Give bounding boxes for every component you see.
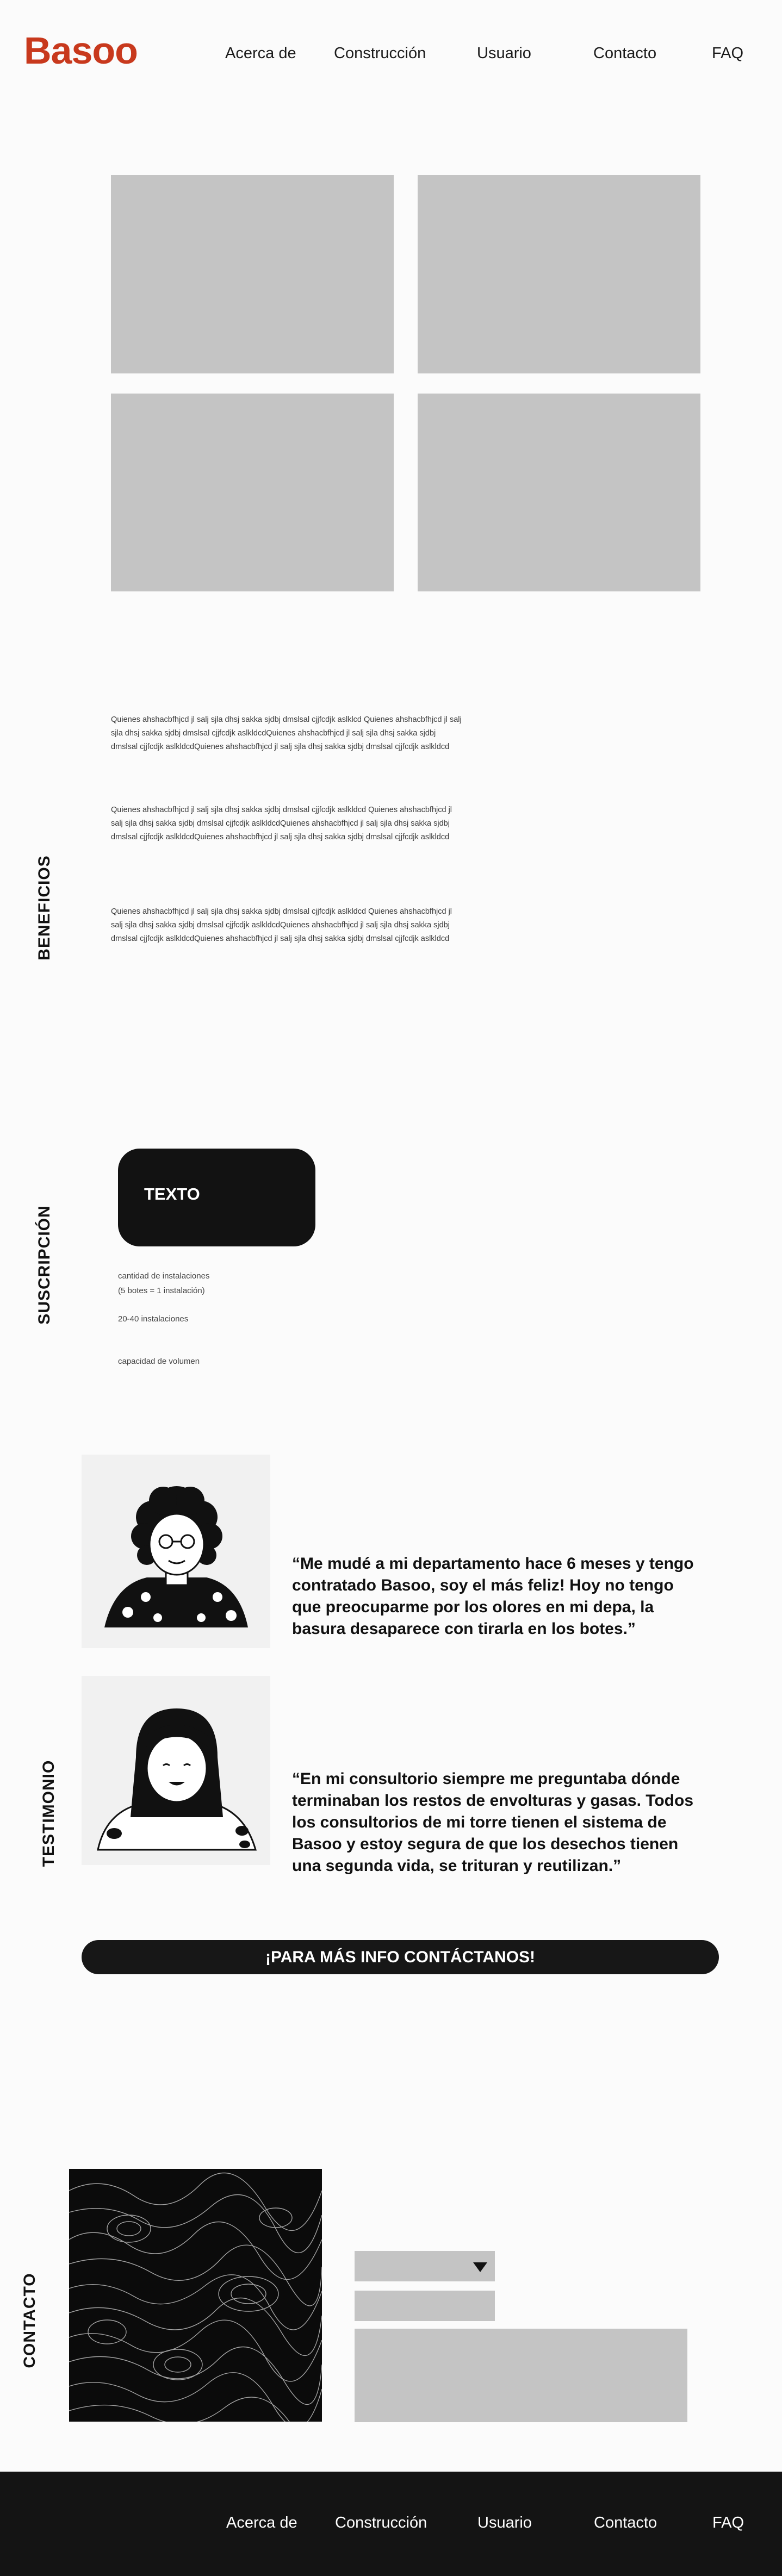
install-range: 20-40 instalaciones	[118, 1314, 189, 1324]
section-title-testimonio: TESTIMONIO	[40, 1760, 58, 1867]
benefit-paragraph: Quienes ahshacbfhjcd jl salj sjla dhsj s…	[111, 715, 462, 751]
nav-faq[interactable]: FAQ	[712, 46, 743, 61]
contact-select[interactable]	[355, 2251, 495, 2281]
caret-down-icon	[473, 2262, 487, 2272]
capacity-label: capacidad de volumen	[118, 1357, 200, 1366]
nav-usuario[interactable]: Usuario	[477, 46, 531, 61]
contact-cta-button[interactable]: ¡PARA MÁS INFO CONTÁCTANOS!	[82, 1940, 719, 1974]
section-title-suscripcion: SUSCRIPCIÓN	[35, 1205, 53, 1325]
testimonial-quote: “Me mudé a mi departamento hace 6 meses …	[292, 1555, 694, 1638]
testimonial-avatar-2	[82, 1676, 270, 1865]
logo[interactable]: Basoo	[24, 32, 138, 70]
section-title-beneficios: BENEFICIOS	[35, 855, 53, 960]
gallery-image-4	[418, 394, 700, 591]
install-count-label: cantidad de instalaciones	[118, 1271, 210, 1281]
footer-nav-acerca-de[interactable]: Acerca de	[226, 2515, 297, 2531]
contact-message-textarea[interactable]	[355, 2329, 687, 2422]
benefit-paragraph: Quienes ahshacbfhjcd jl salj sjla dhsj s…	[111, 806, 452, 841]
texto-button[interactable]: TEXTO	[118, 1149, 315, 1246]
benefit-paragraph: Quienes ahshacbfhjcd jl salj sjla dhsj s…	[111, 907, 452, 943]
footer-nav-construccion[interactable]: Construcción	[335, 2515, 427, 2531]
curly-hair-woman-icon	[104, 1486, 248, 1627]
footer-nav-contacto[interactable]: Contacto	[594, 2515, 657, 2531]
install-note: (5 botes = 1 instalación)	[118, 1286, 205, 1295]
section-title-contacto: CONTACTO	[21, 2273, 39, 2368]
nav-contacto[interactable]: Contacto	[593, 46, 656, 61]
nav-construccion[interactable]: Construcción	[334, 46, 426, 61]
footer-nav-faq[interactable]: FAQ	[712, 2515, 744, 2531]
contact-input[interactable]	[355, 2291, 495, 2321]
testimonial-avatar-1	[82, 1455, 270, 1648]
gallery-image-2	[418, 175, 700, 373]
testimonial-quote: “En mi consultorio siempre me preguntaba…	[292, 1770, 694, 1875]
footer: Acerca de Construcción Usuario Contacto …	[0, 2472, 782, 2576]
topographic-map-icon	[69, 2172, 322, 2422]
footer-nav-usuario[interactable]: Usuario	[477, 2515, 532, 2531]
gallery-image-1	[111, 175, 394, 373]
gallery-image-3	[111, 394, 394, 591]
bangs-woman-icon	[97, 1708, 257, 1851]
topographic-map	[69, 2169, 322, 2422]
texto-button-label: TEXTO	[144, 1184, 200, 1203]
nav-acerca-de[interactable]: Acerca de	[225, 46, 296, 61]
